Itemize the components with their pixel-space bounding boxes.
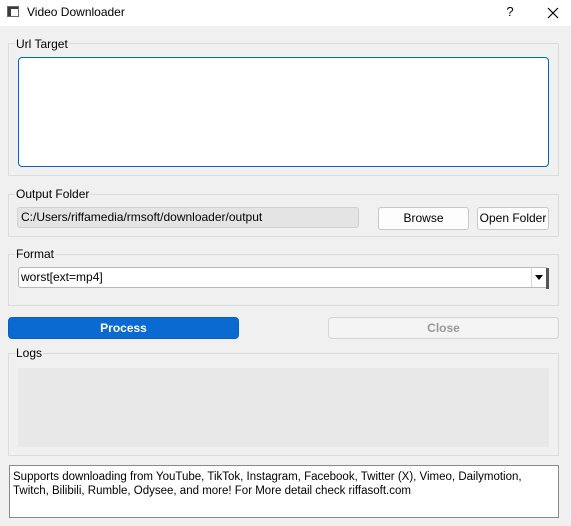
close-icon[interactable] xyxy=(544,4,562,22)
title-bar: Video Downloader ? xyxy=(0,0,571,26)
format-label: Format xyxy=(15,247,56,261)
browse-button[interactable]: Browse xyxy=(378,207,469,230)
format-select[interactable]: worst[ext=mp4] xyxy=(18,267,548,288)
open-folder-button[interactable]: Open Folder xyxy=(477,207,549,230)
window-title: Video Downloader xyxy=(27,5,125,19)
chevron-down-icon[interactable] xyxy=(531,268,547,287)
url-target-label: Url Target xyxy=(15,37,69,51)
output-path-field[interactable]: C:/Users/riffamedia/rmsoft/downloader/ou… xyxy=(17,207,359,228)
app-icon xyxy=(7,6,19,17)
select-edge xyxy=(546,268,549,289)
process-button[interactable]: Process xyxy=(8,317,239,339)
logs-output[interactable] xyxy=(18,368,549,447)
help-button[interactable]: ? xyxy=(502,3,518,21)
url-input[interactable] xyxy=(18,57,549,167)
info-text: Supports downloading from YouTube, TikTo… xyxy=(9,465,559,518)
close-button[interactable]: Close xyxy=(328,317,559,339)
output-folder-label: Output Folder xyxy=(15,187,91,201)
logs-label: Logs xyxy=(15,346,44,360)
format-selected-value: worst[ext=mp4] xyxy=(21,270,103,284)
